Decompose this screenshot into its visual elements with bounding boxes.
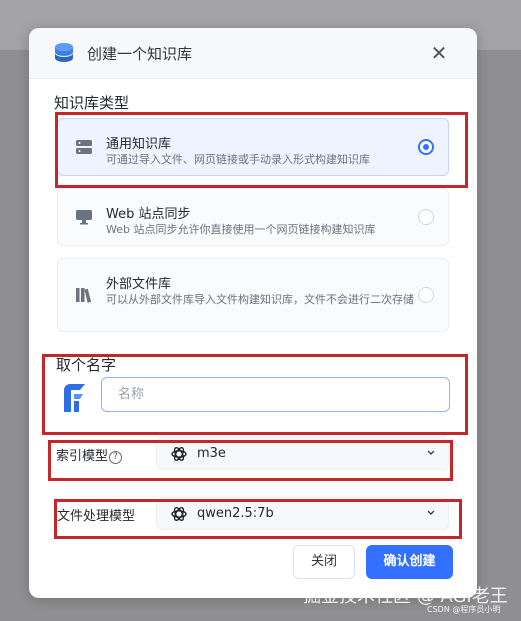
index-model-value: m3e (197, 446, 226, 461)
index-model-select[interactable]: m3e (156, 437, 449, 470)
option-description: 可通过导入文件、网页链接或手动录入形式构建知识库 (106, 153, 370, 166)
file-model-value: qwen2.5:7b (197, 506, 274, 521)
books-icon (76, 288, 92, 303)
confirm-create-button[interactable]: 确认创建 (366, 545, 453, 579)
option-description: 可以从外部文件库导入文件构建知识库，文件不会进行二次存储 (106, 293, 414, 306)
index-model-label: 索引模型? (56, 445, 123, 464)
chevron-down-icon (427, 450, 435, 455)
option-general-kb[interactable]: 通用知识库 可通过导入文件、网页链接或手动录入形式构建知识库 (57, 118, 449, 176)
kb-avatar-icon[interactable] (61, 382, 89, 414)
file-model-select[interactable]: qwen2.5:7b (156, 497, 449, 530)
radio-external-library[interactable] (418, 287, 434, 303)
index-model-label-text: 索引模型 (56, 449, 109, 464)
option-description: Web 站点同步允许你直接使用一个网页链接构建知识库 (106, 223, 376, 236)
option-title: 通用知识库 (106, 137, 172, 152)
kb-type-label: 知识库类型 (54, 94, 130, 112)
chevron-down-icon (427, 510, 435, 515)
server-icon (76, 140, 92, 154)
option-title: Web 站点同步 (106, 207, 191, 222)
file-model-label: 文件处理模型 (57, 509, 136, 524)
openai-icon (171, 507, 187, 521)
option-external-library[interactable]: 外部文件库 可以从外部文件库导入文件构建知识库，文件不会进行二次存储 (57, 258, 449, 332)
name-section-label: 取个名字 (56, 356, 117, 374)
radio-general-kb[interactable] (418, 139, 434, 155)
watermark-sub: CSDN @程序员小明 (427, 605, 501, 614)
close-dialog-button[interactable]: 关闭 (293, 545, 355, 579)
radio-web-sync[interactable] (418, 209, 434, 225)
database-icon (55, 43, 73, 62)
close-icon: ✕ (430, 41, 448, 65)
close-button[interactable]: ✕ (427, 41, 451, 65)
kb-name-input[interactable] (101, 377, 450, 412)
dialog-title: 创建一个知识库 (87, 45, 193, 63)
option-title: 外部文件库 (106, 277, 172, 292)
dialog-header: 创建一个知识库 ✕ (29, 28, 477, 79)
help-icon[interactable]: ? (109, 451, 123, 464)
openai-icon (171, 447, 187, 461)
monitor-icon (76, 210, 92, 225)
create-knowledge-base-dialog: 创建一个知识库 ✕ 知识库类型 通用知识库 可通过导入文件、网页链接或手动录入形… (29, 28, 477, 598)
option-web-sync[interactable]: Web 站点同步 Web 站点同步允许你直接使用一个网页链接构建知识库 (57, 188, 449, 246)
